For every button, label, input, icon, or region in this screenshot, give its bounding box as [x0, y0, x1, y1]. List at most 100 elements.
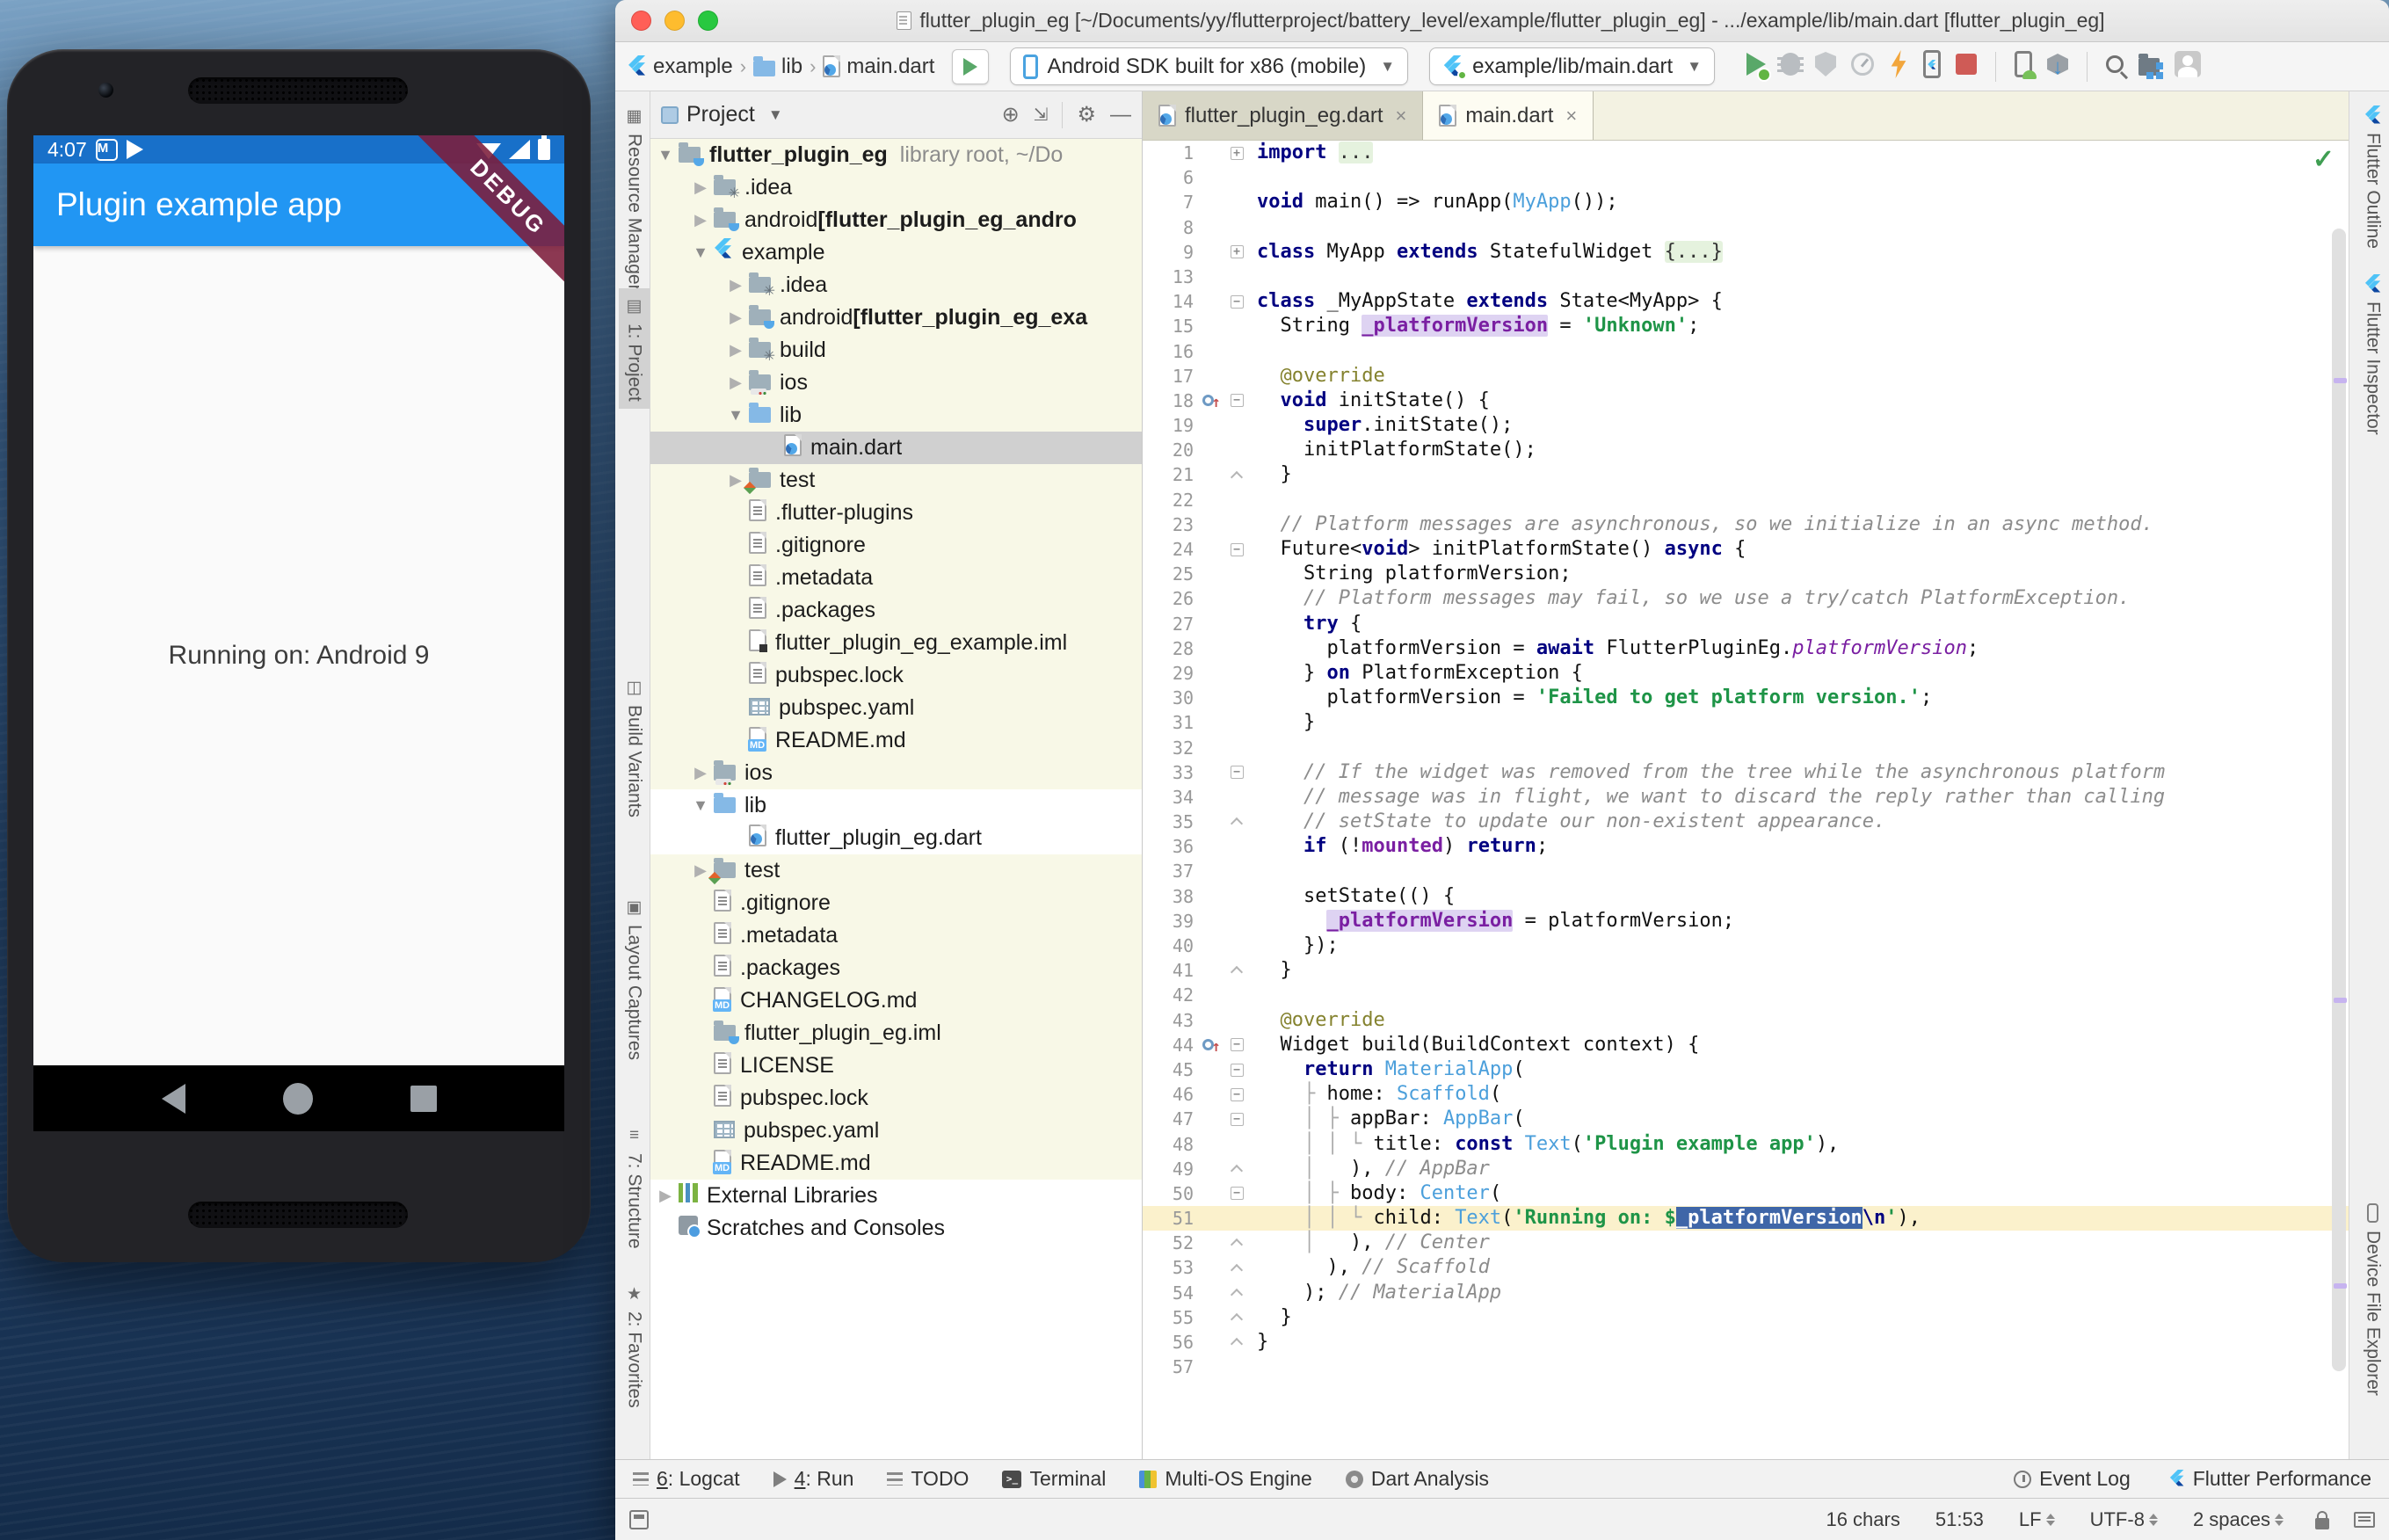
fold-end-icon[interactable]: [1231, 1289, 1243, 1301]
tree-expander[interactable]: ▼: [691, 243, 710, 262]
tree-row[interactable]: ▶.idea: [650, 269, 1142, 301]
tool-window-button-todo[interactable]: TODO: [887, 1467, 969, 1491]
tree-row[interactable]: flutter_plugin_eg.iml: [650, 1017, 1142, 1050]
status-51-53[interactable]: 51:53: [1935, 1508, 1984, 1531]
tree-row[interactable]: ▶ios: [650, 367, 1142, 399]
code-line[interactable]: 27 try {: [1143, 612, 2349, 636]
tree-row[interactable]: ▼flutter_plugin_eglibrary root, ~/Do: [650, 139, 1142, 171]
stripe-item-flutter-inspector[interactable]: Flutter Inspector: [2356, 267, 2389, 442]
hot-restart-button[interactable]: [1923, 50, 1941, 83]
tree-expander[interactable]: ▼: [691, 796, 710, 815]
tree-row[interactable]: .flutter-plugins: [650, 497, 1142, 529]
fold-collapse-icon[interactable]: −: [1231, 1113, 1244, 1126]
stop-button[interactable]: [1956, 54, 1977, 79]
tree-row[interactable]: ▼lib: [650, 399, 1142, 432]
tree-row[interactable]: Scratches and Consoles: [650, 1212, 1142, 1245]
avd-manager-button[interactable]: [2015, 51, 2032, 82]
code-line[interactable]: 8: [1143, 215, 2349, 240]
debug-button[interactable]: [1781, 53, 1800, 80]
code-line[interactable]: 14−class _MyAppState extends State<MyApp…: [1143, 289, 2349, 314]
code-line[interactable]: 54 ); // MaterialApp: [1143, 1281, 2349, 1305]
chevron-down-icon[interactable]: ▼: [768, 106, 783, 124]
stripe-item-build-variants[interactable]: ◫Build Variants: [619, 670, 650, 824]
fold-end-icon[interactable]: [1231, 1313, 1243, 1326]
code-line[interactable]: 24− Future<void> initPlatformState() asy…: [1143, 537, 2349, 562]
code-line[interactable]: 44− Widget build(BuildContext context) {: [1143, 1033, 2349, 1057]
override-marker-icon[interactable]: [1202, 395, 1214, 406]
search-everywhere-button[interactable]: [2106, 55, 2124, 77]
hot-reload-button[interactable]: [1889, 50, 1908, 83]
project-structure-button[interactable]: [2138, 54, 2160, 80]
tree-row[interactable]: ▶ios: [650, 757, 1142, 789]
code-line[interactable]: 46− ├ home: Scaffold(: [1143, 1082, 2349, 1107]
fold-collapse-icon[interactable]: −: [1231, 543, 1244, 556]
code-line[interactable]: 28 platformVersion = await FlutterPlugin…: [1143, 636, 2349, 661]
tree-row[interactable]: ▼example: [650, 236, 1142, 269]
tool-window-button-4-run[interactable]: 4: Run: [773, 1467, 854, 1491]
minimize-window-button[interactable]: [664, 11, 685, 31]
code-line[interactable]: 37: [1143, 859, 2349, 883]
tree-expander[interactable]: ▶: [691, 764, 710, 782]
stripe-item-device-file-explorer[interactable]: Device File Explorer: [2356, 1195, 2389, 1403]
stripe-item-7-structure[interactable]: ≡7: Structure: [619, 1118, 650, 1256]
fold-end-icon[interactable]: [1231, 966, 1243, 978]
code-line[interactable]: 18− void initState() {: [1143, 389, 2349, 413]
code-line[interactable]: 25 String platformVersion;: [1143, 562, 2349, 586]
fold-collapse-icon[interactable]: −: [1231, 1038, 1244, 1051]
tree-expander[interactable]: ▶: [726, 374, 745, 392]
fold-end-icon[interactable]: [1231, 470, 1243, 483]
close-icon[interactable]: ×: [1396, 105, 1407, 127]
fold-collapse-icon[interactable]: −: [1231, 766, 1244, 779]
code-line[interactable]: 42: [1143, 983, 2349, 1007]
stripe-item-2-favorites[interactable]: ★2: Favorites: [619, 1276, 650, 1415]
tool-window-button-event-log[interactable]: Event Log: [2014, 1467, 2131, 1491]
code-line[interactable]: 49 │ ), // AppBar: [1143, 1157, 2349, 1181]
fold-end-icon[interactable]: [1231, 817, 1243, 830]
code-line[interactable]: 9+class MyApp extends StatefulWidget {..…: [1143, 240, 2349, 265]
tool-window-toggle-icon[interactable]: [629, 1510, 649, 1529]
tree-expander[interactable]: ▶: [691, 178, 710, 197]
code-line[interactable]: 20 initPlatformState();: [1143, 438, 2349, 462]
occurrence-mark[interactable]: [2334, 378, 2347, 383]
tree-row[interactable]: ▶test: [650, 464, 1142, 497]
code-line[interactable]: 31 }: [1143, 710, 2349, 735]
code-line[interactable]: 1+import ...: [1143, 141, 2349, 165]
project-view-label[interactable]: Project: [686, 102, 755, 127]
device-selector[interactable]: Android SDK built for x86 (mobile) ▼: [1010, 47, 1408, 85]
tree-row[interactable]: ▶build: [650, 334, 1142, 367]
fold-collapse-icon[interactable]: −: [1231, 295, 1244, 309]
code-line[interactable]: 22: [1143, 488, 2349, 512]
tree-row[interactable]: ▼lib: [650, 789, 1142, 822]
tree-expander[interactable]: ▶: [656, 1187, 675, 1205]
fold-end-icon[interactable]: [1231, 1338, 1243, 1350]
stripe-item-1-project[interactable]: ▤1: Project: [619, 288, 650, 409]
zoom-window-button[interactable]: [698, 11, 718, 31]
tree-row[interactable]: ▶External Libraries: [650, 1180, 1142, 1212]
code-line[interactable]: 7void main() => runApp(MyApp());: [1143, 190, 2349, 214]
tree-row[interactable]: README.md: [650, 1147, 1142, 1180]
tree-row[interactable]: ▶test: [650, 854, 1142, 887]
sdk-manager-button[interactable]: [2047, 54, 2068, 79]
code-line[interactable]: 43 @override: [1143, 1008, 2349, 1033]
avatar-button[interactable]: [2175, 51, 2201, 82]
code-line[interactable]: 57: [1143, 1355, 2349, 1379]
tree-row[interactable]: .metadata: [650, 919, 1142, 952]
code-line[interactable]: 19 super.initState();: [1143, 413, 2349, 438]
tree-row[interactable]: .metadata: [650, 562, 1142, 594]
code-line[interactable]: 50− │ ├ body: Center(: [1143, 1181, 2349, 1206]
inspections-ok-icon[interactable]: ✓: [2313, 144, 2335, 175]
tool-window-button-6-logcat[interactable]: 6: Logcat: [633, 1467, 740, 1491]
reader-mode-icon[interactable]: [2354, 1512, 2375, 1528]
fold-end-icon[interactable]: [1231, 1165, 1243, 1177]
profiler-button[interactable]: [1851, 53, 1874, 80]
tree-row[interactable]: README.md: [650, 724, 1142, 757]
code-line[interactable]: 39 _platformVersion = platformVersion;: [1143, 909, 2349, 933]
run-context-button[interactable]: [952, 49, 989, 84]
code-line[interactable]: 48 │ │ └ title: const Text('Plugin examp…: [1143, 1132, 2349, 1157]
code-line[interactable]: 52 │ ), // Center: [1143, 1231, 2349, 1255]
tree-expander[interactable]: ▶: [726, 276, 745, 294]
code-line[interactable]: 55 }: [1143, 1305, 2349, 1330]
tree-row[interactable]: CHANGELOG.md: [650, 984, 1142, 1017]
code-line[interactable]: 38 setState(() {: [1143, 884, 2349, 909]
home-button[interactable]: [283, 1083, 313, 1115]
